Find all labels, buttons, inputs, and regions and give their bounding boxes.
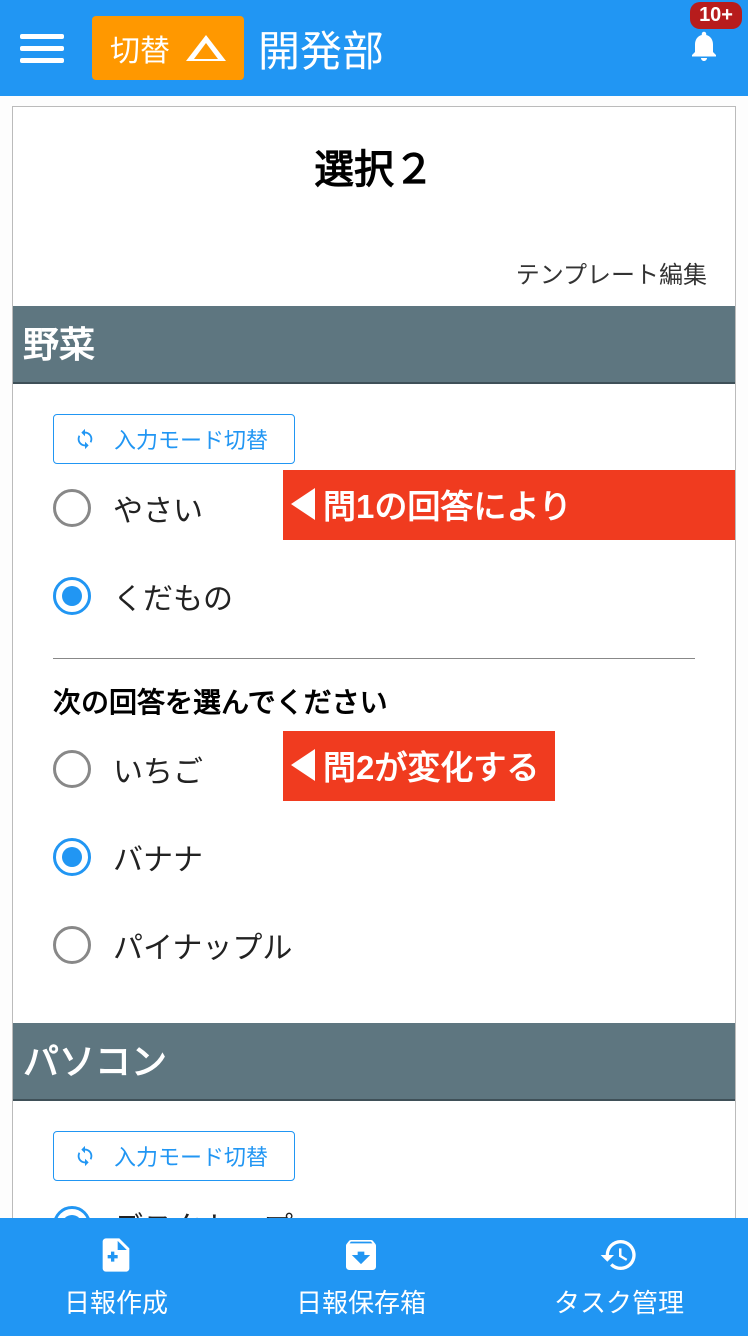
- radio-label: デスクトップ: [113, 1203, 293, 1218]
- notifications-button[interactable]: 10+: [680, 24, 728, 72]
- header-title: 開発部: [258, 18, 384, 79]
- radio-icon: [53, 489, 91, 527]
- radio-option-banana[interactable]: バナナ: [53, 813, 695, 901]
- radio-option-kudamono[interactable]: くだもの: [53, 552, 695, 640]
- notifications-badge: 10+: [690, 2, 742, 29]
- radio-icon: [53, 838, 91, 876]
- input-mode-switch-label: 入力モード切替: [114, 1140, 268, 1172]
- radio-icon: [53, 1206, 91, 1218]
- form-card: 選択２ テンプレート編集 野菜 入力モード切替 やさい 問1の回答により くだも…: [12, 106, 736, 1218]
- bottom-nav: 日報作成 日報保存箱 タスク管理: [0, 1218, 748, 1336]
- page-title: 選択２: [13, 107, 735, 205]
- nav-label: 日報保存箱: [296, 1283, 426, 1320]
- nav-label: 日報作成: [64, 1283, 168, 1320]
- radio-label: パイナップル: [113, 923, 292, 967]
- bell-icon: [686, 28, 722, 69]
- input-mode-switch-button[interactable]: 入力モード切替: [53, 414, 295, 464]
- section-heading-vegetables: 野菜: [13, 306, 735, 384]
- callout-annotation-2: 問2が変化する: [283, 731, 555, 801]
- section-body-pc: 入力モード切替 デスクトップ: [13, 1101, 735, 1218]
- callout-annotation-1: 問1の回答により: [283, 470, 735, 540]
- section-heading-pc: パソコン: [13, 1023, 735, 1101]
- sync-icon: [74, 428, 96, 450]
- main-content: 選択２ テンプレート編集 野菜 入力モード切替 やさい 問1の回答により くだも…: [0, 96, 748, 1218]
- section-body-vegetables: 入力モード切替 やさい 問1の回答により くだもの 次の回答を選んでください い…: [13, 384, 735, 989]
- divider: [53, 658, 695, 659]
- callout-text: 問1の回答により: [323, 480, 572, 528]
- radio-label: やさい: [113, 486, 203, 530]
- triangle-left-icon: [291, 749, 315, 781]
- radio-option-pineapple[interactable]: パイナップル: [53, 901, 695, 989]
- input-mode-switch-button[interactable]: 入力モード切替: [53, 1131, 295, 1181]
- switch-button-label: 切替: [110, 26, 170, 70]
- app-header: 切替 開発部 10+: [0, 0, 748, 96]
- sub-prompt: 次の回答を選んでください: [53, 667, 695, 725]
- nav-item-create-report[interactable]: 日報作成: [64, 1235, 168, 1320]
- template-edit-link[interactable]: テンプレート編集: [13, 205, 735, 306]
- radio-label: バナナ: [113, 835, 203, 879]
- radio-icon: [53, 577, 91, 615]
- switch-button[interactable]: 切替: [92, 16, 244, 80]
- nav-item-tasks[interactable]: タスク管理: [554, 1235, 684, 1320]
- nav-item-inbox[interactable]: 日報保存箱: [296, 1235, 426, 1320]
- radio-icon: [53, 926, 91, 964]
- sync-icon: [74, 1145, 96, 1167]
- history-icon: [599, 1235, 639, 1275]
- radio-option-yasai[interactable]: やさい 問1の回答により: [53, 464, 695, 552]
- radio-option-ichigo[interactable]: いちご 問2が変化する: [53, 725, 695, 813]
- radio-option-desktop[interactable]: デスクトップ: [53, 1181, 695, 1218]
- radio-label: いちご: [113, 747, 203, 791]
- nav-label: タスク管理: [554, 1283, 684, 1320]
- triangle-left-icon: [291, 488, 315, 520]
- menu-icon[interactable]: [20, 26, 64, 70]
- archive-icon: [341, 1235, 381, 1275]
- callout-text: 問2が変化する: [323, 741, 539, 789]
- radio-icon: [53, 750, 91, 788]
- document-plus-icon: [96, 1235, 136, 1275]
- input-mode-switch-label: 入力モード切替: [114, 423, 268, 455]
- triangle-up-icon: [186, 35, 226, 61]
- radio-label: くだもの: [113, 574, 233, 618]
